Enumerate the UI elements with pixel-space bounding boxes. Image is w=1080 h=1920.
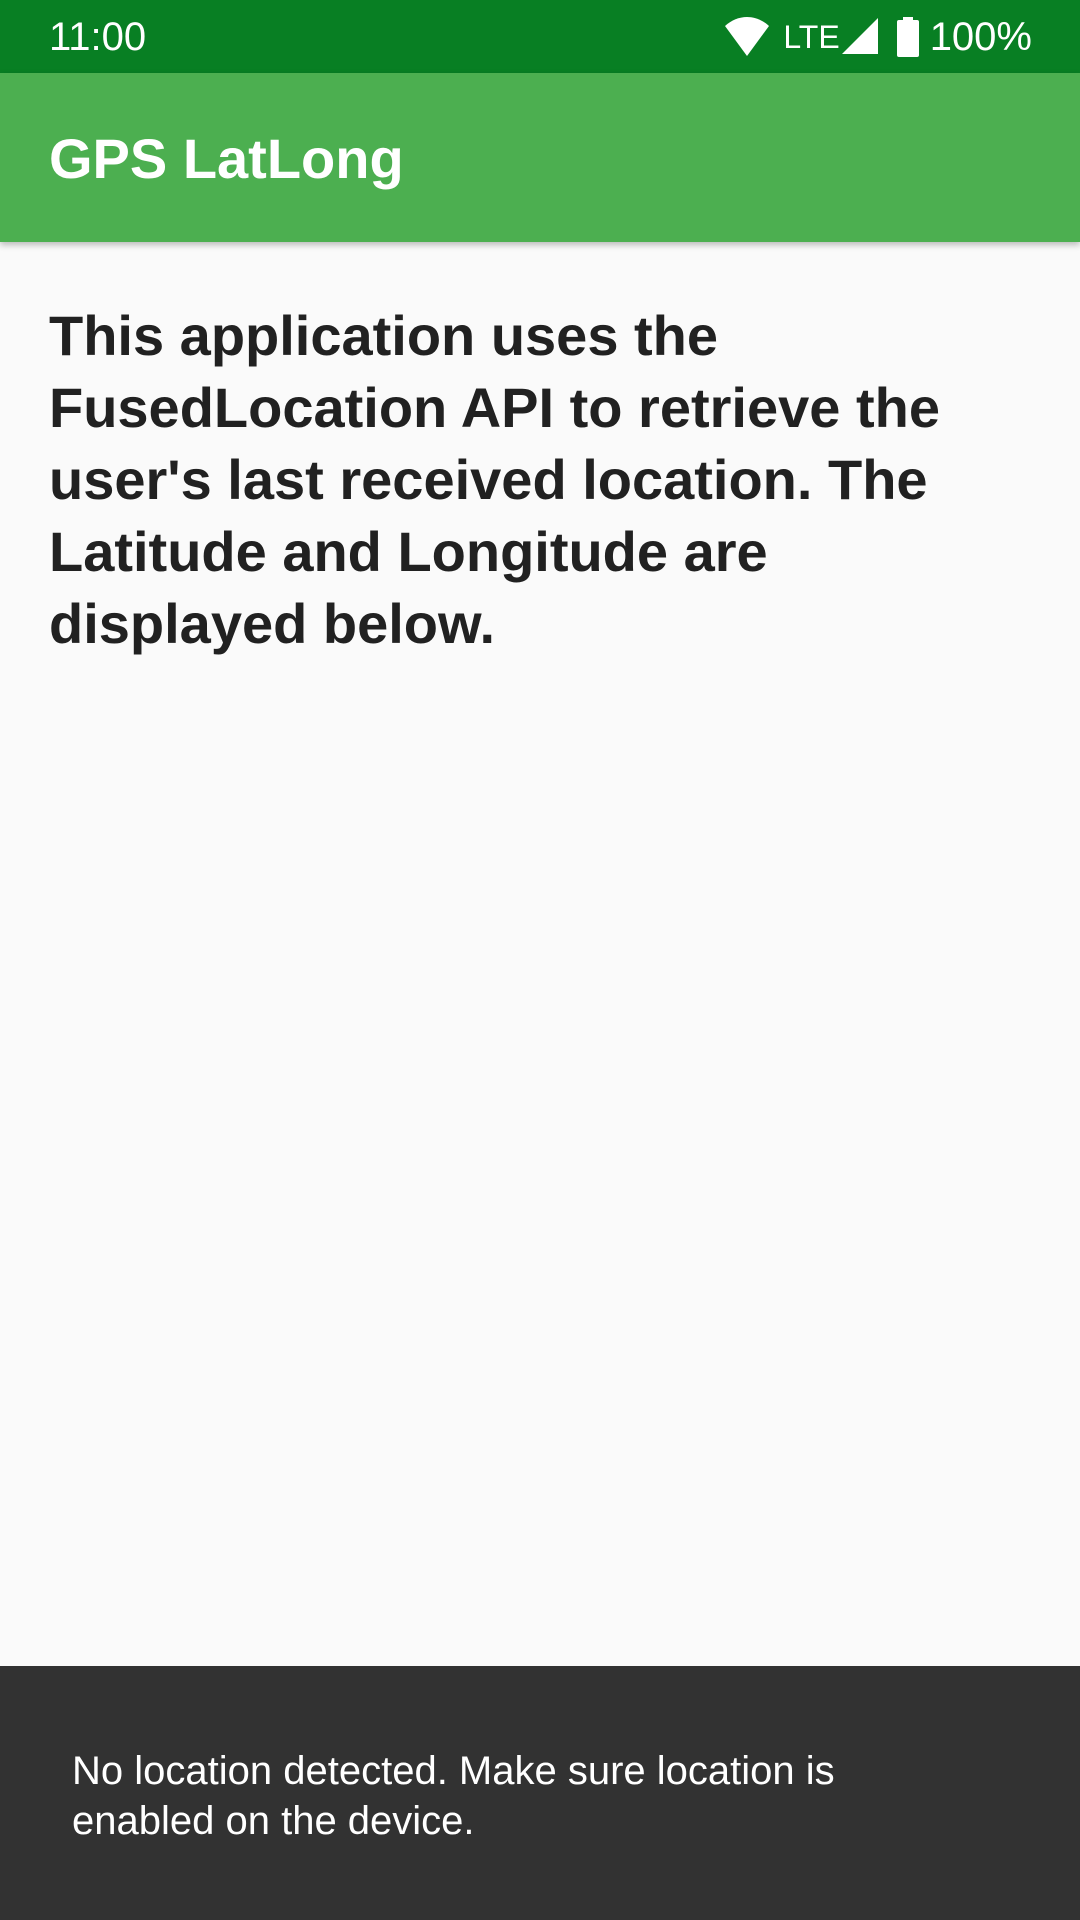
description-text: This application uses the FusedLocation … — [49, 304, 940, 655]
status-time: 11:00 — [49, 15, 147, 59]
status-icons: LTE 100% — [723, 14, 1032, 60]
main-content: This application uses the FusedLocation … — [49, 300, 989, 660]
wifi-icon — [723, 14, 771, 60]
battery-icon — [896, 14, 920, 60]
battery-percent: 100% — [929, 15, 1032, 59]
snackbar: No location detected. Make sure location… — [0, 1666, 1080, 1920]
signal-icon — [840, 14, 880, 60]
app-bar: GPS LatLong — [0, 73, 1080, 242]
app-title: GPS LatLong — [49, 127, 404, 190]
screen: 11:00 LTE 100% GPS LatLong This applicat… — [0, 0, 1080, 1920]
status-bar: 11:00 LTE 100% — [0, 0, 1080, 73]
snackbar-message: No location detected. Make sure location… — [72, 1749, 835, 1843]
network-type-label: LTE — [783, 19, 840, 55]
